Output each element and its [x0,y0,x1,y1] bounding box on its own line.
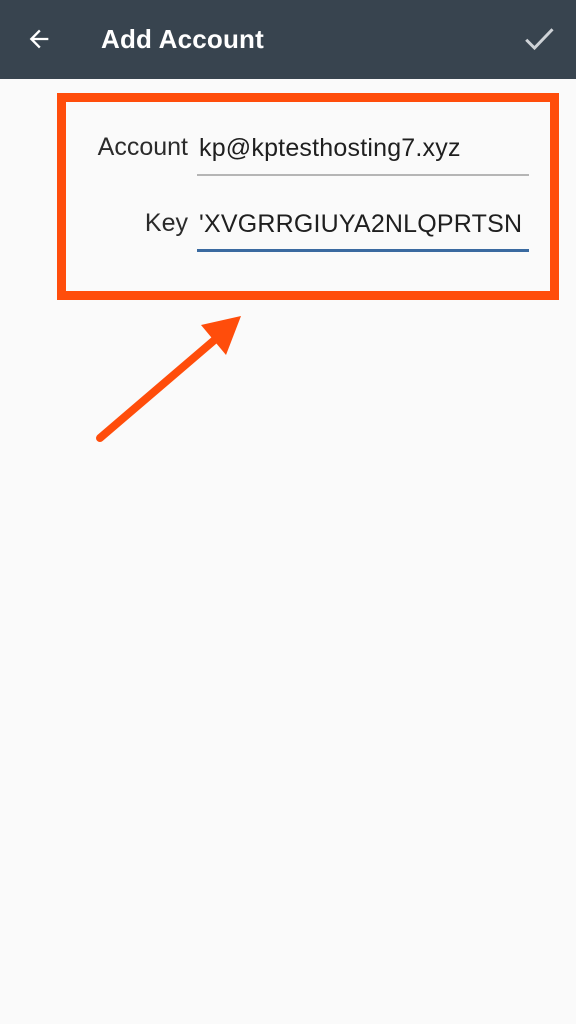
page-title: Add Account [101,24,264,54]
key-field-underline [197,249,529,252]
account-input-value: kp@kptesthosting7.xyz [199,134,461,162]
key-label: Key [144,209,188,237]
arrow-left-icon [29,29,49,49]
key-row: Key 'XVGRRGIUYA2NLQPRTSN [0,192,576,252]
account-label: Account [97,133,188,161]
account-row: Account kp@kptesthosting7.xyz [0,116,576,176]
app-bar: Add Account [0,0,576,79]
checkmark-icon [525,28,554,51]
account-field-underline [197,174,529,176]
back-button[interactable] [16,16,62,62]
key-field[interactable]: 'XVGRRGIUYA2NLQPRTSN [197,196,529,252]
key-input-value: 'XVGRRGIUYA2NLQPRTSN [199,210,523,238]
account-field[interactable]: kp@kptesthosting7.xyz [197,120,529,176]
save-button[interactable] [516,16,562,62]
